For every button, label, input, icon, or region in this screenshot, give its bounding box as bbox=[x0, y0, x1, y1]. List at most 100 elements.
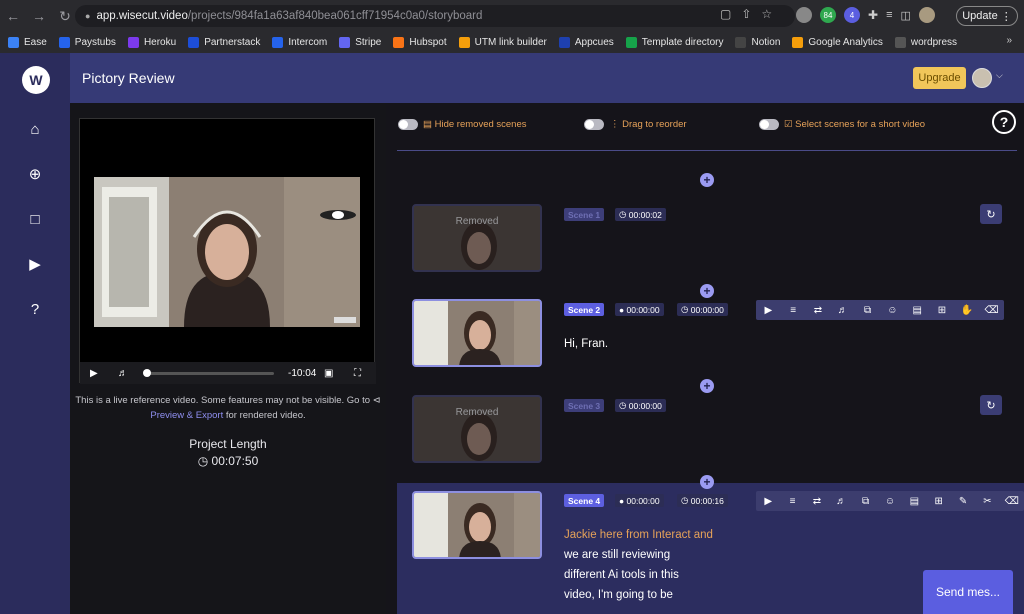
bookmark-item[interactable]: Ease bbox=[8, 36, 47, 48]
bookmark-item[interactable]: Google Analytics bbox=[792, 36, 883, 48]
home-icon[interactable]: ⌂ bbox=[24, 118, 46, 140]
profile-icon[interactable] bbox=[918, 7, 935, 23]
add-circle-icon[interactable]: ⊕ bbox=[24, 163, 46, 185]
extension-icon[interactable] bbox=[796, 7, 812, 23]
bookmark-label: UTM link builder bbox=[474, 36, 547, 48]
bookmark-item[interactable]: Stripe bbox=[339, 36, 382, 48]
emoji-icon[interactable]: ☺ bbox=[878, 496, 902, 507]
caption-icon[interactable]: ▤ bbox=[902, 496, 926, 507]
reading-list-icon[interactable]: ≡ bbox=[886, 9, 892, 21]
add-visual-icon[interactable]: ⊞ bbox=[930, 305, 955, 316]
scene-badge: Scene 1 bbox=[564, 208, 605, 221]
scissors-icon[interactable]: ✂ bbox=[975, 496, 999, 507]
select-short-toggle[interactable] bbox=[759, 119, 779, 130]
transition-icon[interactable]: ⇄ bbox=[806, 305, 831, 316]
emoji-icon[interactable]: ☺ bbox=[880, 305, 905, 316]
bookmark-item[interactable]: wordpress bbox=[894, 36, 957, 48]
scene-duration: ◷ 00:00:00 bbox=[615, 399, 666, 412]
chevron-down-icon[interactable]: ⌵ bbox=[996, 70, 1003, 81]
bookmark-favicon-icon bbox=[188, 36, 200, 48]
hand-icon[interactable]: ✋ bbox=[954, 305, 979, 316]
help-icon[interactable]: ? bbox=[992, 110, 1016, 134]
add-scene-icon[interactable]: + bbox=[700, 173, 714, 187]
avatar[interactable] bbox=[972, 68, 992, 88]
bookmark-label: Template directory bbox=[641, 36, 724, 48]
add-scene-icon[interactable]: + bbox=[700, 284, 714, 298]
help-circle-icon[interactable]: ? bbox=[24, 298, 46, 320]
video-player[interactable]: ▶ ♬ -10:04 ▣ ⛶ bbox=[79, 118, 376, 384]
scene-start: ● 00:00:00 bbox=[615, 494, 664, 507]
add-scene-icon[interactable]: + bbox=[700, 475, 714, 489]
install-icon[interactable]: ▢ bbox=[720, 7, 731, 21]
duplicate-icon[interactable]: ⧉ bbox=[855, 305, 880, 316]
delete-icon[interactable]: ⌫ bbox=[979, 305, 1004, 316]
upgrade-button[interactable]: Upgrade bbox=[913, 67, 966, 89]
add-visual-icon[interactable]: ⊞ bbox=[927, 496, 951, 507]
scene-4-text[interactable]: Jackie here from Interact and we are sti… bbox=[564, 525, 713, 605]
puzzle-icon[interactable]: ✚ bbox=[868, 8, 878, 22]
text-line: video, I'm going to be bbox=[564, 589, 673, 601]
bookmark-item[interactable]: Notion bbox=[735, 36, 781, 48]
text-style-icon[interactable]: ≡ bbox=[780, 496, 804, 507]
bookmark-star-icon[interactable]: ☆ bbox=[761, 7, 772, 21]
scene-2-text[interactable]: Hi, Fran. bbox=[564, 334, 608, 354]
delete-icon[interactable]: ⌫ bbox=[1000, 496, 1024, 507]
bookmark-label: Stripe bbox=[355, 36, 382, 48]
bookmark-item[interactable]: Appcues bbox=[558, 36, 614, 48]
bookmark-item[interactable]: Heroku bbox=[127, 36, 176, 48]
address-bar[interactable]: ● app.wisecut.video /projects/984fa1a63a… bbox=[75, 5, 795, 27]
hide-removed-toggle[interactable] bbox=[398, 119, 418, 130]
restore-scene-button[interactable]: ↻ bbox=[980, 204, 1002, 224]
volume-icon[interactable]: ♬ bbox=[829, 496, 853, 507]
play-icon[interactable]: ▶ bbox=[90, 368, 98, 379]
caption-icon[interactable]: ▤ bbox=[905, 305, 930, 316]
browser-update-button[interactable]: Update ⋮ bbox=[956, 6, 1018, 26]
play-circle-icon[interactable]: ▶ bbox=[756, 496, 780, 507]
bookmark-item[interactable]: Template directory bbox=[625, 36, 724, 48]
extension-icon[interactable]: 4 bbox=[844, 7, 860, 23]
bookmark-item[interactable]: Hubspot bbox=[393, 36, 447, 48]
add-scene-icon[interactable]: + bbox=[700, 379, 714, 393]
bookmark-item[interactable]: Paystubs bbox=[58, 36, 116, 48]
seek-bar[interactable] bbox=[143, 369, 274, 377]
scene-1-thumbnail[interactable]: Removed bbox=[412, 204, 542, 272]
browser-chrome: ← → ↻ ● app.wisecut.video /projects/984f… bbox=[0, 0, 1024, 53]
bookmark-item[interactable]: Partnerstack bbox=[188, 36, 260, 48]
text-style-icon[interactable]: ≡ bbox=[781, 305, 806, 316]
folder-icon[interactable]: □ bbox=[24, 208, 46, 230]
scene-4-thumbnail[interactable] bbox=[412, 491, 542, 559]
scene-3-thumbnail[interactable]: Removed bbox=[412, 395, 542, 463]
picture-in-picture-icon[interactable]: ▣ bbox=[324, 368, 333, 379]
app-logo[interactable]: W bbox=[22, 66, 50, 94]
drag-reorder-toggle[interactable] bbox=[584, 119, 604, 130]
volume-icon[interactable]: ♬ bbox=[830, 305, 855, 316]
play-circle-icon[interactable]: ▶ bbox=[756, 305, 781, 316]
forward-icon[interactable]: → bbox=[26, 8, 52, 24]
project-length-value: ◷ 00:07:50 bbox=[70, 454, 386, 468]
fullscreen-icon[interactable]: ⛶ bbox=[354, 368, 361, 379]
send-message-button[interactable]: Send mes... bbox=[923, 570, 1013, 614]
more-bookmarks-icon[interactable]: » bbox=[1006, 35, 1012, 46]
side-panel-icon[interactable]: ◫ bbox=[900, 9, 910, 22]
share-icon[interactable]: ⇧ bbox=[741, 7, 751, 21]
bookmark-label: Notion bbox=[751, 36, 781, 48]
duplicate-icon[interactable]: ⧉ bbox=[853, 496, 877, 507]
bookmark-item[interactable]: UTM link builder bbox=[458, 36, 547, 48]
extension-icon[interactable]: 84 bbox=[820, 7, 836, 23]
bookmark-favicon-icon bbox=[625, 36, 637, 48]
scene-2-thumbnail[interactable] bbox=[412, 299, 542, 367]
edit-icon[interactable]: ✎ bbox=[951, 496, 975, 507]
transition-icon[interactable]: ⇄ bbox=[805, 496, 829, 507]
start-value: 00:00:00 bbox=[626, 495, 660, 506]
volume-icon[interactable]: ♬ bbox=[118, 368, 128, 379]
clock-icon: ◷ bbox=[681, 495, 689, 505]
restore-scene-button[interactable]: ↻ bbox=[980, 395, 1002, 415]
scene-badge: Scene 3 bbox=[564, 399, 605, 412]
preview-export-link[interactable]: Preview & Export bbox=[150, 410, 223, 421]
video-library-icon[interactable]: ▶ bbox=[24, 253, 46, 275]
project-length-label: Project Length bbox=[189, 437, 267, 451]
back-icon[interactable]: ← bbox=[0, 8, 26, 24]
duration-value: 00:00:16 bbox=[690, 495, 724, 506]
bookmark-item[interactable]: Intercom bbox=[272, 36, 327, 48]
bookmark-favicon-icon bbox=[127, 36, 139, 48]
